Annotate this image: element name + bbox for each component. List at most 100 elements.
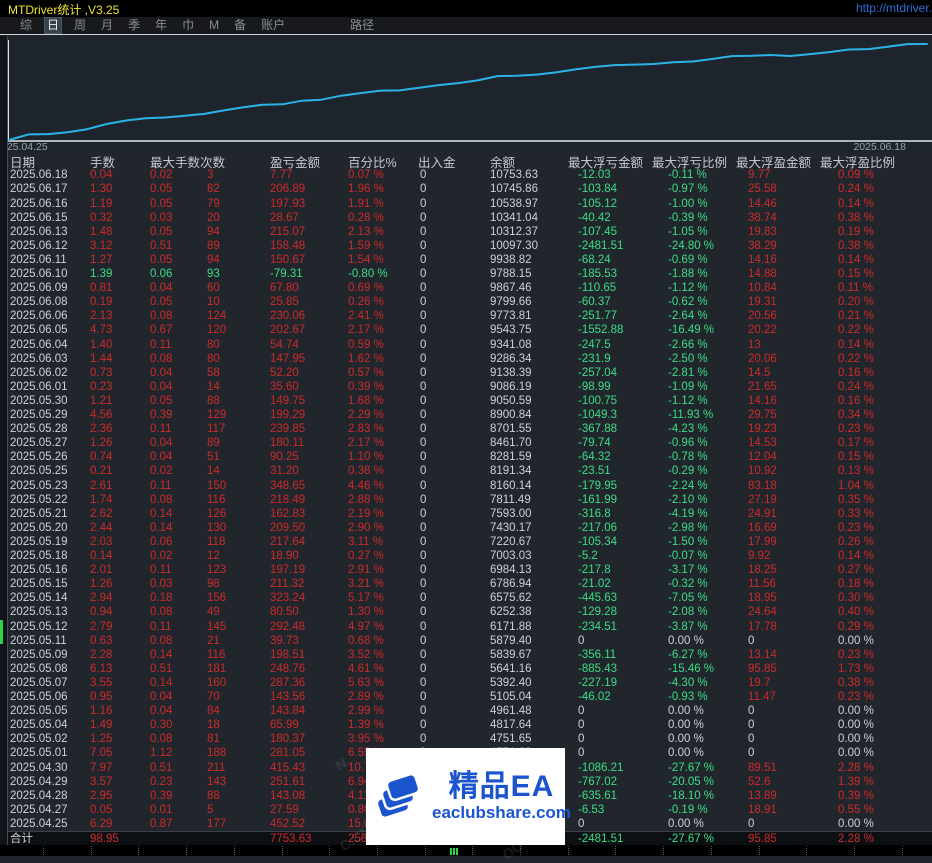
table-row[interactable]: 2025.05.14 2.94 0.18 156 323.24 5.17 % 0 6575.6… [0, 591, 932, 605]
table-cell: 1.74 [90, 493, 113, 506]
table-cell: 251.61 [270, 775, 306, 788]
table-cell: 0.19 % [838, 225, 874, 238]
table-row[interactable]: 2025.06.08 0.19 0.05 10 25.85 0.26 % 0 9799.66 -… [0, 295, 932, 309]
table-row[interactable]: 2025.05.27 1.26 0.04 89 180.11 2.17 % 0 8461.70… [0, 436, 932, 450]
menu-item-季[interactable]: 季 [126, 18, 142, 33]
menu-item-综[interactable]: 综 [18, 18, 34, 33]
table-row[interactable]: 2025.06.13 1.48 0.05 94 215.07 2.13 % 0 10312.3… [0, 225, 932, 239]
table-cell: 20 [207, 211, 220, 224]
table-row[interactable]: 2025.05.30 1.21 0.05 88 149.75 1.68 % 0 9050.59… [0, 394, 932, 408]
resize-grip-icon[interactable] [450, 848, 459, 855]
site-link[interactable]: http://mtdriver.c [856, 1, 932, 15]
table-cell: -1049.3 [578, 409, 618, 421]
table-row[interactable]: 2025.06.02 0.73 0.04 58 52.20 0.57 % 0 9138.39 -… [0, 366, 932, 380]
equity-chart: 025.04.25 2025.06.18 [0, 36, 932, 153]
table-cell: 2.89 % [348, 691, 384, 703]
strip-tick [663, 846, 664, 855]
table-cell: 0.05 [150, 197, 173, 210]
table-row[interactable]: 2025.06.01 0.23 0.04 14 35.60 0.39 % 0 9086.19 -… [0, 380, 932, 394]
table-cell: 2.90 % [348, 521, 384, 534]
table-cell: 0 [420, 662, 427, 675]
table-cell: 5879.40 [490, 634, 532, 647]
table-row[interactable]: 2025.05.20 2.44 0.14 130 209.50 2.90 % 0 7430.1… [0, 521, 932, 535]
table-row[interactable]: 2025.05.16 2.01 0.11 123 197.19 2.91 % 0 6984.1… [0, 563, 932, 577]
table-cell: 1.96 % [348, 183, 384, 196]
table-cell: 0.32 [90, 211, 113, 224]
menu-item-日[interactable]: 日 [44, 17, 63, 34]
table-row[interactable]: 2025.06.06 2.13 0.08 124 230.06 2.41 % 0 9773.8… [0, 309, 932, 323]
table-row[interactable]: 2025.06.04 1.40 0.11 80 54.74 0.59 % 0 9341.08 -… [0, 338, 932, 352]
menu-item-年[interactable]: 年 [153, 18, 169, 33]
table-row[interactable]: 2025.05.06 0.95 0.04 70 143.56 2.89 % 0 5105.04… [0, 690, 932, 704]
table-row[interactable]: 2025.06.03 1.44 0.08 80 147.95 1.62 % 0 9286.34… [0, 352, 932, 366]
table-cell: 2.36 [90, 423, 113, 436]
table-cell: 0 [420, 282, 427, 295]
menu-item-周[interactable]: 周 [72, 18, 88, 33]
table-cell: 181 [207, 662, 227, 675]
table-row[interactable]: 2025.05.19 2.03 0.06 118 217.64 3.11 % 0 7220.6… [0, 535, 932, 549]
table-cell: 60 [207, 282, 220, 295]
table-cell: 0.95 [90, 691, 113, 703]
table-cell: 10753.63 [490, 169, 538, 182]
table-cell: 4751.65 [490, 733, 532, 746]
table-cell: 39.73 [270, 634, 299, 647]
table-row[interactable]: 2025.05.29 4.56 0.39 129 199.29 2.29 % 0 8900.8… [0, 408, 932, 422]
menu-item-备[interactable]: 备 [232, 18, 248, 33]
table-row[interactable]: 2025.06.10 1.39 0.06 93 -79.31 -0.80 % 0 9788.1… [0, 267, 932, 281]
menu-item-路径[interactable]: 路径 [348, 18, 376, 33]
menu-item-M[interactable]: M [207, 18, 221, 33]
menu-item-账户[interactable]: 账户 [259, 18, 287, 33]
table-cell: 156 [207, 592, 227, 605]
table-row[interactable]: 2025.05.11 0.63 0.08 21 39.73 0.68 % 0 5879.40 0… [0, 634, 932, 648]
table-cell: 0 [420, 535, 427, 548]
table-row[interactable]: 2025.06.05 4.73 0.67 120 202.67 2.17 % 0 9543.7… [0, 323, 932, 337]
table-cell: 0.23 [90, 380, 113, 393]
table-row[interactable]: 2025.05.13 0.94 0.08 49 80.50 1.30 % 0 6252.38 -… [0, 605, 932, 619]
table-row[interactable]: 2025.05.05 1.16 0.04 84 143.84 2.99 % 0 4961.48… [0, 704, 932, 718]
table-row[interactable]: 2025.06.17 1.30 0.05 82 206.89 1.96 % 0 10745.8… [0, 182, 932, 196]
table-row[interactable]: 2025.05.04 1.49 0.30 18 65.99 1.39 % 0 4817.64 0… [0, 718, 932, 732]
table-cell: 2025.05.15 [10, 578, 68, 591]
table-row[interactable]: 2025.06.12 3.12 0.51 89 158.48 1.59 % 0 10097.3… [0, 239, 932, 253]
table-row[interactable]: 2025.06.09 0.81 0.04 60 67.80 0.69 % 0 9867.46 -… [0, 281, 932, 295]
table-cell: -767.02 [578, 775, 618, 788]
table-row[interactable]: 2025.05.15 1.26 0.03 98 211.32 3.21 % 0 6786.94… [0, 577, 932, 591]
table-row[interactable]: 2025.06.15 0.32 0.03 20 28.67 0.28 % 0 10341.04… [0, 211, 932, 225]
table-cell: 0.04 [150, 282, 173, 295]
table-row[interactable]: 2025.05.28 2.36 0.11 117 239.85 2.83 % 0 8701.5… [0, 422, 932, 436]
menu-item-巾[interactable]: 巾 [180, 18, 196, 33]
table-cell: -11.93 % [668, 409, 714, 421]
table-cell: 9050.59 [490, 394, 532, 407]
table-row[interactable]: 2025.05.21 2.62 0.14 126 162.83 2.19 % 0 7593.0… [0, 507, 932, 521]
table-row[interactable]: 2025.05.26 0.74 0.04 51 90.25 1.10 % 0 8281.59 -… [0, 450, 932, 464]
table-cell: 0 [748, 719, 755, 732]
table-cell: 8281.59 [490, 451, 532, 464]
table-cell: 452.52 [270, 817, 306, 830]
table-cell: 38.74 [748, 211, 777, 224]
table-row[interactable]: 2025.06.18 0.04 0.02 3 7.77 0.07 % 0 10753.63 -1… [0, 168, 932, 182]
table-cell: 10 [207, 296, 220, 309]
scroll-strip[interactable] [0, 845, 932, 856]
table-row[interactable]: 2025.05.25 0.21 0.02 14 31.20 0.38 % 0 8191.34 -… [0, 464, 932, 478]
table-row[interactable]: 2025.05.23 2.61 0.11 150 348.65 4.46 % 0 8160.1… [0, 479, 932, 493]
table-cell: -1.12 % [668, 282, 708, 295]
table-cell: 7220.67 [490, 535, 532, 548]
table-row[interactable]: 2025.05.18 0.14 0.02 12 18.90 0.27 % 0 7003.03 -… [0, 549, 932, 563]
table-cell: 2.17 % [348, 324, 384, 337]
table-row[interactable]: 2025.05.02 1.25 0.08 81 180.37 3.95 % 0 4751.65… [0, 732, 932, 746]
table-row[interactable]: 2025.06.16 1.19 0.05 79 197.93 1.91 % 0 10538.9… [0, 197, 932, 211]
table-cell: 0.55 % [838, 803, 874, 816]
table-cell: 1.54 % [348, 253, 384, 266]
table-cell: 0.59 % [348, 338, 384, 351]
table-row[interactable]: 2025.05.07 3.55 0.14 160 287.36 5.63 % 0 5392.4… [0, 676, 932, 690]
table-row[interactable]: 2025.05.22 1.74 0.08 116 218.49 2.88 % 0 7811.4… [0, 493, 932, 507]
table-cell: 0 [420, 394, 427, 407]
table-row[interactable]: 2025.05.08 6.13 0.51 181 248.76 4.61 % 0 5641.1… [0, 662, 932, 676]
table-cell: -5.2 [578, 550, 598, 562]
table-row[interactable]: 2025.05.09 2.28 0.14 116 198.51 3.52 % 0 5839.6… [0, 648, 932, 662]
table-cell: 0 [578, 733, 585, 746]
menu-item-月[interactable]: 月 [99, 18, 115, 33]
table-row[interactable]: 2025.06.11 1.27 0.05 94 150.67 1.54 % 0 9938.82… [0, 253, 932, 267]
table-row[interactable]: 2025.05.12 2.79 0.11 145 292.48 4.97 % 0 6171.8… [0, 620, 932, 634]
table-cell: 9.92 [748, 550, 771, 562]
